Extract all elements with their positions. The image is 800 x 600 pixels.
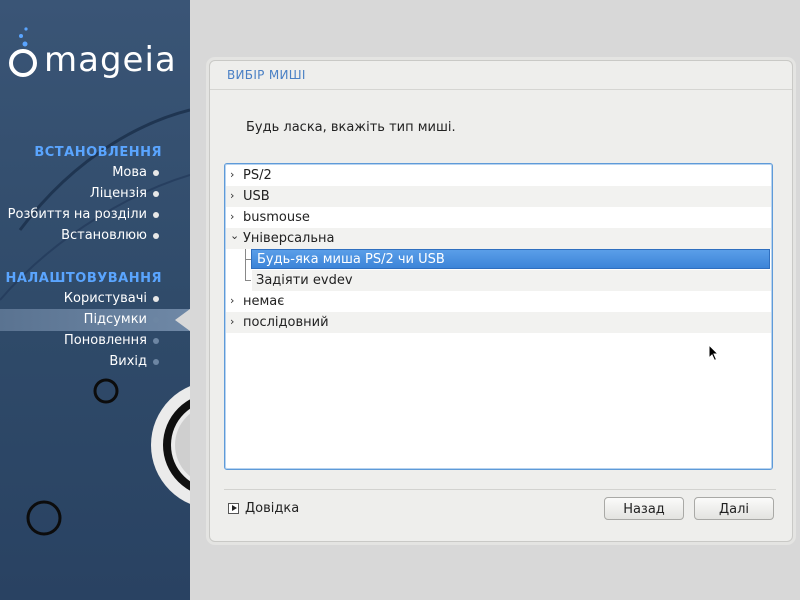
- header-bar: ВИБІР МИШІ: [210, 61, 792, 90]
- step-exit: Вихід: [109, 354, 147, 369]
- main-panel: ВИБІР МИШІ Будь ласка, вкажіть тип миші.…: [209, 60, 793, 542]
- step-dot-icon: [153, 191, 159, 197]
- chevron-right-icon[interactable]: ›: [230, 168, 234, 181]
- tree-row-label: Універсальна: [243, 231, 335, 246]
- tree-connector-line: [245, 280, 251, 281]
- step-dot-icon: [153, 296, 159, 302]
- tree-row-label: Задіяти evdev: [256, 273, 353, 288]
- instruction-text: Будь ласка, вкажіть тип миші.: [246, 120, 456, 135]
- tree-row-universal[interactable]: ⌄ Універсальна: [226, 228, 771, 249]
- next-button[interactable]: Далі: [694, 497, 774, 520]
- expander-arrow-icon[interactable]: [228, 503, 239, 514]
- back-button[interactable]: Назад: [604, 497, 684, 520]
- active-step-arrow-icon: [175, 309, 190, 331]
- mouse-type-tree[interactable]: › PS/2 › USB › busmouse ⌄ Універсальна Б…: [224, 163, 773, 470]
- step-installing: Встановлюю: [61, 228, 147, 243]
- step-dot-icon: [153, 359, 159, 365]
- mouse-pointer-icon: [708, 344, 720, 362]
- step-license: Ліцензія: [89, 186, 147, 201]
- sidebar: mageia ВСТАНОВЛЕННЯ Мова Ліцензія Розбит…: [0, 0, 190, 600]
- help-label[interactable]: Довідка: [245, 501, 299, 516]
- tree-row-evdev[interactable]: Задіяти evdev: [252, 270, 771, 291]
- tree-row-label: PS/2: [243, 168, 272, 183]
- tree-row-usb[interactable]: › USB: [226, 186, 771, 207]
- section-title-install: ВСТАНОВЛЕННЯ: [34, 145, 162, 160]
- tree-row-any-ps2-usb[interactable]: Будь-яка миша PS/2 чи USB: [226, 249, 771, 270]
- chevron-right-icon[interactable]: ›: [230, 315, 234, 328]
- step-dot-icon: [153, 170, 159, 176]
- logo-text: mageia: [44, 40, 177, 80]
- step-dot-icon: [153, 212, 159, 218]
- chevron-right-icon[interactable]: ›: [230, 189, 234, 202]
- tree-row-serial[interactable]: › послідовний: [226, 312, 771, 333]
- page-title: ВИБІР МИШІ: [227, 68, 306, 82]
- tree-row-label: USB: [243, 189, 270, 204]
- tree-row-label: послідовний: [243, 315, 329, 330]
- tree-row-busmouse[interactable]: › busmouse: [226, 207, 771, 228]
- step-partitioning: Розбиття на розділи: [7, 207, 147, 222]
- chevron-right-icon[interactable]: ›: [230, 210, 234, 223]
- tree-row-label: busmouse: [243, 210, 310, 225]
- section-title-configure: НАЛАШТОВУВАННЯ: [5, 271, 162, 286]
- chevron-right-icon[interactable]: ›: [230, 294, 234, 307]
- tree-row-label: немає: [243, 294, 285, 309]
- step-summary: Підсумки: [83, 312, 147, 327]
- mageia-logo-icon: [9, 27, 37, 77]
- footer-separator: [224, 489, 776, 490]
- tree-row-none[interactable]: › немає: [226, 291, 771, 312]
- step-dot-icon: [153, 317, 159, 323]
- chevron-down-icon[interactable]: ⌄: [230, 229, 239, 242]
- step-language: Мова: [112, 165, 147, 180]
- step-dot-icon: [153, 233, 159, 239]
- tree-row-ps2[interactable]: › PS/2: [226, 165, 771, 186]
- step-dot-icon: [153, 338, 159, 344]
- step-users: Користувачі: [63, 291, 147, 306]
- step-updates: Поновлення: [64, 333, 147, 348]
- tree-row-label: Будь-яка миша PS/2 чи USB: [257, 252, 445, 267]
